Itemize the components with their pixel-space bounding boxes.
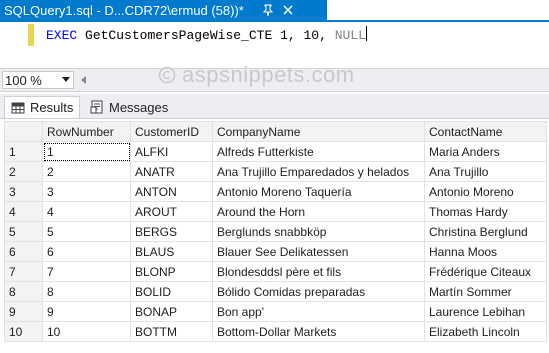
cell-customerid[interactable]: ALFKI bbox=[130, 141, 213, 162]
cell-contactname[interactable]: Martín Sommer bbox=[424, 281, 547, 302]
table-row[interactable]: 10 10 BOTTM Bottom-Dollar Markets Elizabeth … bbox=[4, 321, 547, 342]
watermark: aspsnippets.com bbox=[158, 62, 355, 88]
cell-companyname[interactable]: Bottom-Dollar Markets bbox=[212, 321, 425, 342]
cell-contactname[interactable]: Frédérique Citeaux bbox=[424, 261, 547, 282]
cell-companyname[interactable]: Berglunds snabbköp bbox=[212, 221, 425, 242]
results-table: RowNumber CustomerID CompanyName Contact… bbox=[4, 121, 547, 342]
zoom-select[interactable]: 100 % bbox=[2, 71, 74, 89]
tab-messages-label: Messages bbox=[109, 99, 169, 115]
cell-companyname[interactable]: Bólido Comidas preparadas bbox=[212, 281, 425, 302]
table-row[interactable]: 6 6 BLAUS Blauer See Delikatessen Hanna Moos bbox=[4, 241, 547, 262]
document-tab-title: SQLQuery1.sql - D...CDR72\ermud (58))* bbox=[4, 2, 244, 18]
cell-customerid[interactable]: BOLID bbox=[130, 281, 213, 302]
results-tab-strip: Results Messages bbox=[0, 94, 549, 118]
exec-keyword: EXEC bbox=[46, 28, 78, 43]
copyright-icon bbox=[158, 66, 176, 84]
zoom-value: 100 % bbox=[5, 72, 42, 88]
chevron-down-icon[interactable] bbox=[62, 77, 70, 83]
grid-icon bbox=[11, 101, 25, 115]
table-row[interactable]: 3 3 ANTON Antonio Moreno Taquería Antonio Mo… bbox=[4, 181, 547, 202]
table-row[interactable]: 1 1 ALFKI Alfreds Futterkiste Maria Anders bbox=[4, 141, 547, 162]
cell-contactname[interactable]: Thomas Hardy bbox=[424, 201, 547, 222]
cell-rownumber[interactable]: 10 bbox=[42, 321, 131, 342]
cell-companyname[interactable]: Around the Horn bbox=[212, 201, 425, 222]
cell-companyname[interactable]: Ana Trujillo Emparedados y helados bbox=[212, 161, 425, 182]
column-header[interactable]: CustomerID bbox=[130, 121, 213, 142]
table-row[interactable]: 2 2 ANATR Ana Trujillo Emparedados y helado… bbox=[4, 161, 547, 182]
cell-customerid[interactable]: BOTTM bbox=[130, 321, 213, 342]
row-header[interactable]: 6 bbox=[4, 241, 43, 262]
pin-icon[interactable] bbox=[262, 4, 274, 16]
row-header[interactable]: 1 bbox=[4, 141, 43, 162]
header-row: RowNumber CustomerID CompanyName Contact… bbox=[4, 121, 547, 142]
messages-icon bbox=[90, 100, 104, 114]
table-row[interactable]: 7 7 BLONP Blondesddsl père et fils Frédériqu… bbox=[4, 261, 547, 282]
cell-customerid[interactable]: ANATR bbox=[130, 161, 213, 182]
tab-messages[interactable]: Messages bbox=[84, 96, 176, 118]
corner-cell[interactable] bbox=[4, 121, 43, 142]
text-caret bbox=[365, 26, 367, 41]
results-grid[interactable]: RowNumber CustomerID CompanyName Contact… bbox=[0, 118, 549, 353]
cell-companyname[interactable]: Antonio Moreno Taquería bbox=[212, 181, 425, 202]
table-row[interactable]: 5 5 BERGS Berglunds snabbköp Christina Bergl… bbox=[4, 221, 547, 242]
document-tab[interactable]: SQLQuery1.sql - D...CDR72\ermud (58))* bbox=[0, 0, 327, 20]
column-header[interactable]: ContactName bbox=[424, 121, 547, 142]
cell-rownumber[interactable]: 8 bbox=[42, 281, 131, 302]
cell-rownumber[interactable]: 3 bbox=[42, 181, 131, 202]
change-marker bbox=[28, 24, 34, 46]
cell-customerid[interactable]: ANTON bbox=[130, 181, 213, 202]
code-line[interactable]: EXEC GetCustomersPageWise_CTE 1, 10, NUL… bbox=[46, 26, 367, 43]
row-header[interactable]: 5 bbox=[4, 221, 43, 242]
close-icon[interactable] bbox=[282, 4, 294, 16]
cell-contactname[interactable]: Christina Berglund bbox=[424, 221, 547, 242]
column-header[interactable]: RowNumber bbox=[42, 121, 131, 142]
cell-rownumber[interactable]: 9 bbox=[42, 301, 131, 322]
scroll-left-icon[interactable] bbox=[78, 73, 90, 87]
table-row[interactable]: 8 8 BOLID Bólido Comidas preparadas Martín S… bbox=[4, 281, 547, 302]
cell-rownumber[interactable]: 4 bbox=[42, 201, 131, 222]
tab-results-label: Results bbox=[30, 100, 74, 115]
cell-contactname[interactable]: Ana Trujillo bbox=[424, 161, 547, 182]
cell-rownumber[interactable]: 1 bbox=[42, 141, 131, 162]
cell-contactname[interactable]: Laurence Lebihan bbox=[424, 301, 547, 322]
row-header[interactable]: 2 bbox=[4, 161, 43, 182]
row-header[interactable]: 3 bbox=[4, 181, 43, 202]
cell-contactname[interactable]: Antonio Moreno bbox=[424, 181, 547, 202]
cell-companyname[interactable]: Blondesddsl père et fils bbox=[212, 261, 425, 282]
watermark-text: aspsnippets.com bbox=[182, 62, 355, 87]
row-header[interactable]: 8 bbox=[4, 281, 43, 302]
table-row[interactable]: 4 4 AROUT Around the Horn Thomas Hardy bbox=[4, 201, 547, 222]
row-header[interactable]: 4 bbox=[4, 201, 43, 222]
cell-rownumber[interactable]: 6 bbox=[42, 241, 131, 262]
cell-companyname[interactable]: Blauer See Delikatessen bbox=[212, 241, 425, 262]
cell-contactname[interactable]: Elizabeth Lincoln bbox=[424, 321, 547, 342]
row-header[interactable]: 7 bbox=[4, 261, 43, 282]
cell-companyname[interactable]: Alfreds Futterkiste bbox=[212, 141, 425, 162]
cell-customerid[interactable]: BERGS bbox=[130, 221, 213, 242]
cell-rownumber[interactable]: 7 bbox=[42, 261, 131, 282]
column-header[interactable]: CompanyName bbox=[212, 121, 425, 142]
procedure-args: 1, 10, bbox=[280, 28, 327, 43]
cell-rownumber[interactable]: 5 bbox=[42, 221, 131, 242]
cell-customerid[interactable]: BONAP bbox=[130, 301, 213, 322]
procedure-name: GetCustomersPageWise_CTE bbox=[85, 28, 273, 43]
cell-customerid[interactable]: BLAUS bbox=[130, 241, 213, 262]
tab-results[interactable]: Results bbox=[4, 96, 80, 118]
row-header[interactable]: 9 bbox=[4, 301, 43, 322]
cell-companyname[interactable]: Bon app' bbox=[212, 301, 425, 322]
cell-rownumber[interactable]: 2 bbox=[42, 161, 131, 182]
cell-customerid[interactable]: BLONP bbox=[130, 261, 213, 282]
table-row[interactable]: 9 9 BONAP Bon app' Laurence Lebihan bbox=[4, 301, 547, 322]
row-header[interactable]: 10 bbox=[4, 321, 43, 342]
cell-contactname[interactable]: Maria Anders bbox=[424, 141, 547, 162]
cell-customerid[interactable]: AROUT bbox=[130, 201, 213, 222]
cell-contactname[interactable]: Hanna Moos bbox=[424, 241, 547, 262]
null-keyword: NULL bbox=[334, 28, 366, 43]
